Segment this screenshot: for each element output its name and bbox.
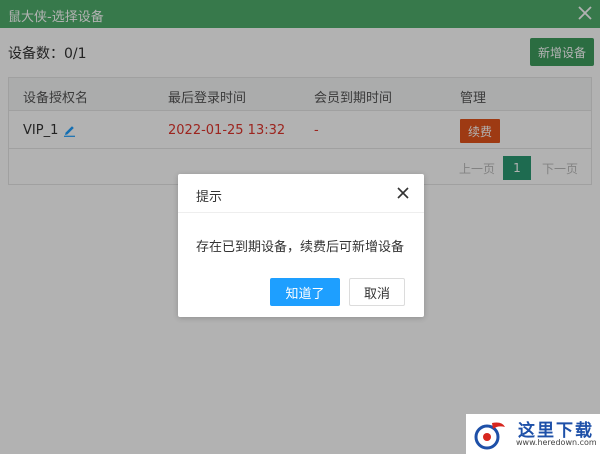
watermark-url: www.heredown.com bbox=[516, 438, 597, 447]
site-watermark: 这里下载 www.heredown.com bbox=[466, 414, 600, 454]
dialog-header: 提示 bbox=[178, 174, 424, 213]
dialog-message: 存在已到期设备，续费后可新增设备 bbox=[196, 240, 405, 255]
dialog-title: 提示 bbox=[196, 190, 223, 205]
dialog-cancel-button[interactable]: 取消 bbox=[349, 278, 405, 306]
dialog-close-icon[interactable] bbox=[396, 186, 410, 200]
alert-dialog: 提示 存在已到期设备，续费后可新增设备 知道了 取消 bbox=[178, 174, 424, 317]
watermark-logo-icon bbox=[474, 422, 505, 450]
dialog-ok-button[interactable]: 知道了 bbox=[270, 278, 340, 306]
